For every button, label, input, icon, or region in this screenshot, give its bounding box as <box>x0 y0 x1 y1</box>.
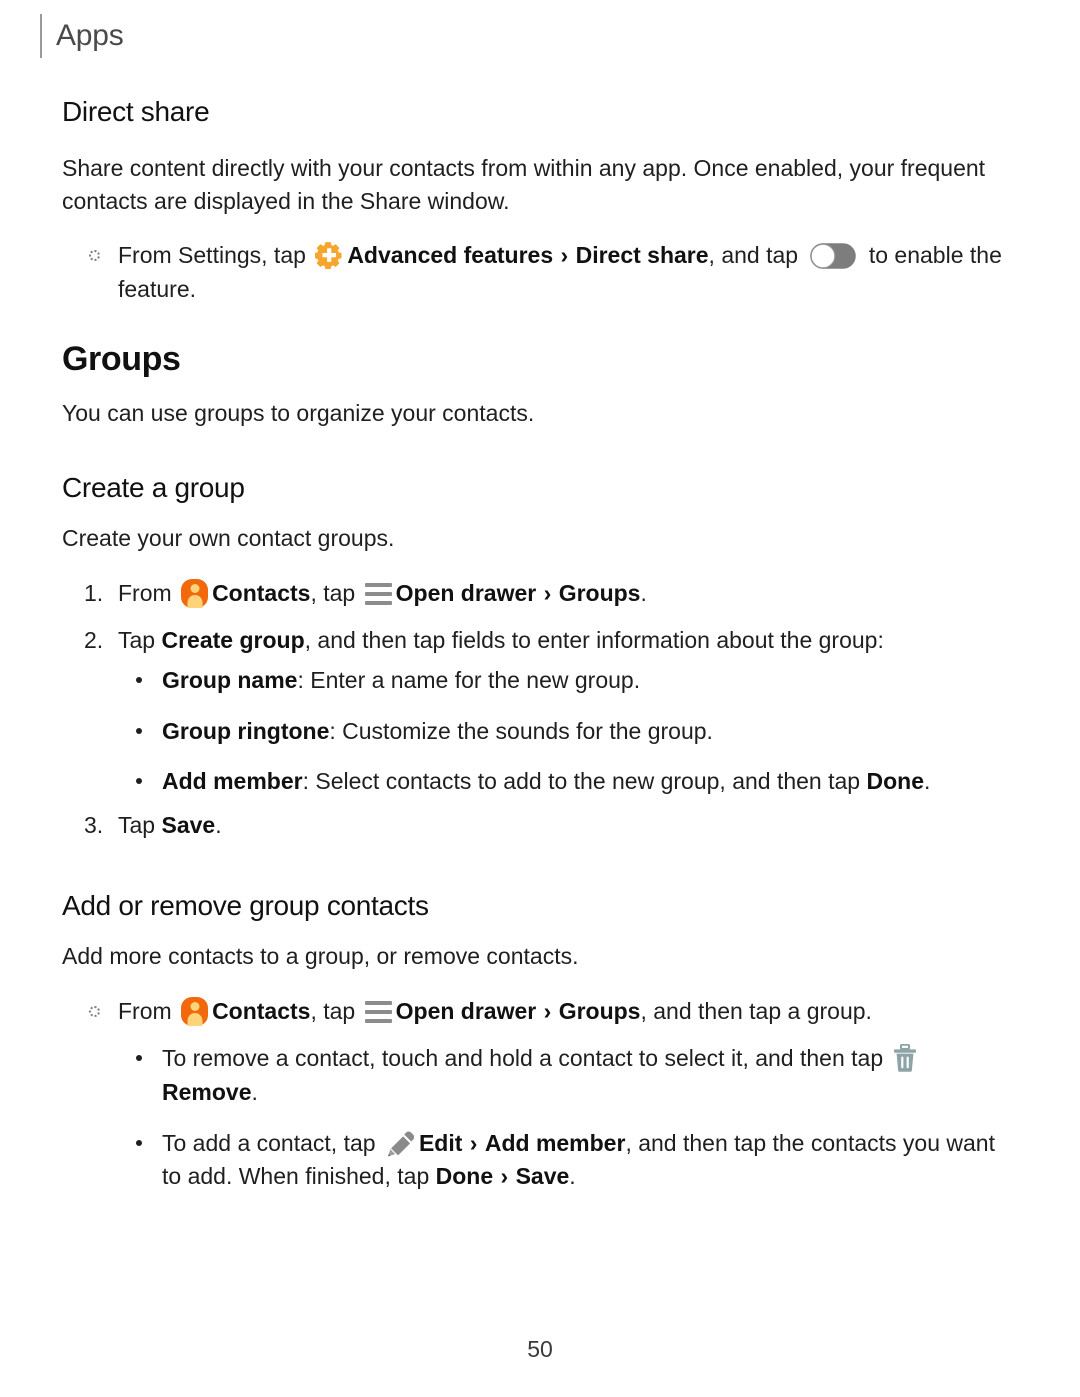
step3-text-1: Tap <box>118 811 162 838</box>
bold-edit: Edit <box>418 1129 463 1156</box>
dot-bullet-icon <box>136 727 142 734</box>
bold-group-ringtone: Group ringtone <box>162 717 330 744</box>
heading-direct-share: Direct share <box>62 96 210 127</box>
bold-contacts: Contacts <box>212 997 311 1024</box>
list-item: Add member: Select contacts to add to th… <box>118 765 1004 799</box>
ar-step-text-1: From <box>118 997 179 1024</box>
open-drawer-hamburger-icon <box>364 1000 392 1023</box>
dot-bullet-icon <box>136 1055 142 1062</box>
bold-groups: Groups <box>558 579 641 606</box>
dot-bullet-icon <box>136 778 142 785</box>
step1-text-3: . <box>640 579 647 606</box>
contacts-app-icon <box>181 996 209 1026</box>
bold-groups: Groups <box>558 997 641 1024</box>
bold-open-drawer: Open drawer <box>395 997 537 1024</box>
page-content: Direct share Share content directly with… <box>62 96 1004 1211</box>
bold-advanced-features: Advanced features <box>347 242 554 269</box>
bold-direct-share: Direct share <box>575 242 709 269</box>
list-item: Group ringtone: Customize the sounds for… <box>118 715 1004 749</box>
bold-contacts: Contacts <box>212 579 311 606</box>
hollow-bullet-icon <box>89 1005 100 1017</box>
add-remove-bullet-list: To remove a contact, touch and hold a co… <box>118 1042 1004 1193</box>
toggle-switch-icon <box>810 243 857 270</box>
dot-bullet-icon <box>136 676 142 683</box>
create-group-steps: 1. From Contacts, tap Open drawer › Grou… <box>62 577 1004 842</box>
remove-bullet-text-2: . <box>251 1079 258 1106</box>
add-remove-step-list: From Contacts, tap Open drawer › Groups,… <box>62 995 1004 1194</box>
document-page: Apps Direct share Share content directly… <box>0 0 1080 1397</box>
bold-create-group: Create group <box>161 627 305 654</box>
bold-save: Save <box>515 1163 570 1190</box>
bold-remove: Remove <box>162 1079 252 1106</box>
bold-group-name: Group name <box>162 666 298 693</box>
heading-add-or-remove-group-contacts: Add or remove group contacts <box>62 890 429 922</box>
add-bullet-text-1: To add a contact, tap <box>162 1129 382 1156</box>
list-item: Group name: Enter a name for the new gro… <box>118 664 1004 698</box>
list-marker-3: 3. <box>84 811 104 838</box>
running-header: Apps <box>40 14 124 58</box>
paragraph-create-group-intro: Create your own contact groups. <box>62 525 395 552</box>
create-group-field-list: Group name: Enter a name for the new gro… <box>118 664 1004 799</box>
chevron-separator: › <box>560 242 569 269</box>
group-ringtone-description: : Customize the sounds for the group. <box>329 717 713 744</box>
advanced-features-gear-icon <box>314 241 343 270</box>
bold-add-member: Add member <box>484 1129 626 1156</box>
chevron-separator: › <box>500 1163 509 1190</box>
chevron-separator: › <box>543 579 552 606</box>
contacts-app-icon <box>181 578 209 608</box>
page-number: 50 <box>527 1336 553 1362</box>
bold-done: Done <box>435 1163 494 1190</box>
trash-icon <box>893 1044 917 1073</box>
heading-groups: Groups <box>62 340 181 379</box>
group-name-description: : Enter a name for the new group. <box>297 666 641 693</box>
list-item: From Contacts, tap Open drawer › Groups,… <box>62 995 1004 1194</box>
list-item: 1. From Contacts, tap Open drawer › Grou… <box>62 577 1004 611</box>
step1-text-2: , tap <box>310 579 362 606</box>
step3-text-2: . <box>215 811 222 838</box>
chevron-separator: › <box>469 1129 478 1156</box>
bold-done: Done <box>866 768 924 795</box>
list-marker-2: 2. <box>84 627 104 654</box>
paragraph-direct-share-intro: Share content directly with your contact… <box>62 155 986 214</box>
bold-open-drawer: Open drawer <box>395 579 537 606</box>
ar-step-text-2: , tap <box>310 997 362 1024</box>
hollow-bullet-icon <box>89 250 100 262</box>
open-drawer-hamburger-icon <box>364 582 392 605</box>
step1-text-1: From <box>118 579 179 606</box>
heading-create-a-group: Create a group <box>62 472 245 504</box>
list-item: To remove a contact, touch and hold a co… <box>118 1042 1004 1109</box>
list-item: To add a contact, tap Edit › Add member,… <box>118 1127 1004 1194</box>
bold-add-member: Add member <box>162 768 303 795</box>
add-bullet-text-3: . <box>569 1163 576 1190</box>
chevron-separator: › <box>543 997 552 1024</box>
direct-share-step-list: From Settings, tap Advanced features › D… <box>62 239 1004 306</box>
step-text-2: , and tap <box>708 242 805 269</box>
pencil-edit-icon <box>385 1128 415 1158</box>
dot-bullet-icon <box>136 1139 142 1146</box>
bold-save: Save <box>161 811 216 838</box>
paragraph-groups-intro: You can use groups to organize your cont… <box>62 400 535 427</box>
list-item: 2. Tap Create group, and then tap fields… <box>62 624 1004 798</box>
step2-text-1: Tap <box>118 627 162 654</box>
list-item: 3. Tap Save. <box>62 809 1004 843</box>
paragraph-add-remove-intro: Add more contacts to a group, or remove … <box>62 943 579 970</box>
header-divider-rule <box>40 14 42 58</box>
add-member-description-end: . <box>923 768 931 795</box>
running-header-title: Apps <box>56 19 124 52</box>
remove-bullet-text-1: To remove a contact, touch and hold a co… <box>162 1045 890 1072</box>
step-text-1: From Settings, tap <box>118 242 313 269</box>
list-item: From Settings, tap Advanced features › D… <box>62 239 1004 306</box>
step2-text-2: , and then tap fields to enter informati… <box>304 627 884 654</box>
add-member-description: : Select contacts to add to the new grou… <box>302 768 867 795</box>
ar-step-text-3: , and then tap a group. <box>640 997 872 1024</box>
list-marker-1: 1. <box>84 579 104 606</box>
